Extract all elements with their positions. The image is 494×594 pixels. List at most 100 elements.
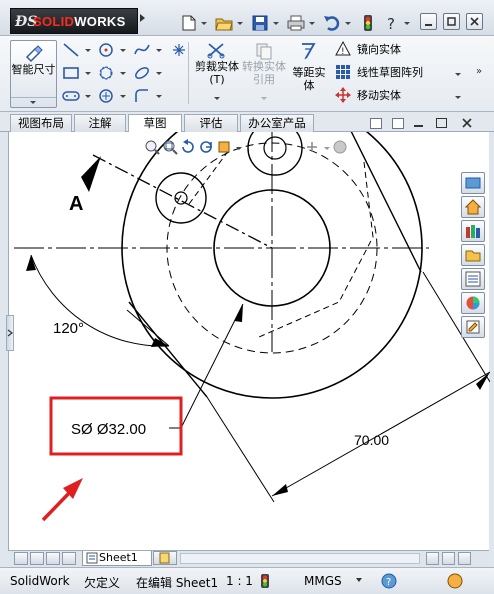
undo-icon[interactable]: [322, 13, 342, 33]
status-units[interactable]: MMGS: [304, 574, 342, 588]
tangent-line-right: [350, 132, 422, 273]
scroll-thumb[interactable]: [442, 552, 455, 565]
rectangle-dropdown-icon[interactable]: [85, 72, 91, 75]
polygon-tool-icon[interactable]: [95, 63, 117, 83]
centerpoint-arc-icon[interactable]: [95, 86, 117, 106]
split-view-icon[interactable]: [392, 118, 404, 129]
move-entities-button[interactable]: 移动实体: [334, 85, 401, 105]
offset-entities-button[interactable]: 等距实体: [288, 40, 330, 108]
ellipse-tool-icon[interactable]: [131, 63, 153, 83]
slot-dropdown-icon[interactable]: [85, 95, 91, 98]
horizontal-scrollbar[interactable]: [180, 553, 420, 564]
panel-toggle-icon[interactable]: [370, 118, 382, 129]
tab-evaluate[interactable]: 评估: [184, 114, 238, 132]
zoom-to-fit-icon[interactable]: [144, 139, 162, 157]
sheet-tab[interactable]: Sheet1: [82, 551, 152, 566]
print-dropdown-icon[interactable]: [309, 22, 315, 25]
more-commands-icon[interactable]: »: [476, 66, 482, 77]
print-icon[interactable]: [286, 13, 306, 33]
tab-office-products[interactable]: 办公室产品: [240, 114, 314, 132]
task-pane-tabs: [461, 172, 486, 340]
brand-name: SOLIDWORKS: [33, 14, 126, 29]
mirror-entities-icon: !: [334, 41, 352, 57]
add-sheet-button[interactable]: [153, 551, 177, 565]
point-tool-icon[interactable]: [168, 40, 190, 60]
rotate-view-icon[interactable]: [198, 139, 216, 157]
first-sheet-button[interactable]: [14, 552, 28, 565]
home-icon[interactable]: [461, 196, 485, 218]
file-explorer-icon[interactable]: [461, 244, 485, 266]
smart-dimension-dropdown[interactable]: [11, 97, 56, 107]
design-library-icon[interactable]: [461, 220, 485, 242]
rebuild-traffic-light-icon[interactable]: [360, 13, 376, 33]
minimize-button[interactable]: [420, 13, 437, 30]
move-entities-label: 移动实体: [357, 89, 401, 102]
previous-sheet-button[interactable]: [30, 552, 44, 565]
rebuild-status-icon[interactable]: [260, 573, 270, 592]
zoom-area-icon[interactable]: [162, 139, 180, 157]
custom-properties-icon[interactable]: [461, 316, 485, 338]
circle-dropdown-icon[interactable]: [120, 49, 126, 52]
smart-dimension-button[interactable]: 智能尺寸: [10, 40, 57, 108]
new-document-icon[interactable]: [180, 13, 198, 33]
open-folder-icon[interactable]: [214, 13, 234, 33]
rectangle-tool-icon[interactable]: [60, 63, 82, 83]
linear-pattern-button[interactable]: 线性草图阵列: [334, 62, 423, 82]
line-tool-icon[interactable]: [60, 40, 82, 60]
linear-pattern-dropdown-icon[interactable]: [455, 73, 461, 76]
tab-sketch[interactable]: 草图: [128, 114, 182, 133]
close-button[interactable]: [466, 13, 483, 30]
tab-view-layout[interactable]: 视图布局: [10, 114, 72, 132]
next-sheet-button[interactable]: [46, 552, 60, 565]
appearances-scenes-icon[interactable]: [461, 292, 485, 314]
mirror-entities-button[interactable]: ! 镜向实体: [334, 39, 401, 59]
display-dropdown-icon[interactable]: [322, 139, 332, 157]
arc-dropdown-icon[interactable]: [120, 95, 126, 98]
system-tray-icon[interactable]: [446, 572, 464, 593]
convert-entities-label: 转换实体引用: [242, 60, 286, 86]
line-dropdown-icon[interactable]: [85, 49, 91, 52]
doc-minimize-icon[interactable]: [414, 125, 423, 127]
pan-icon[interactable]: [216, 139, 234, 157]
move-entities-icon: [334, 87, 352, 103]
restore-button[interactable]: [443, 13, 460, 30]
polygon-dropdown-icon[interactable]: [120, 72, 126, 75]
appearance-icon[interactable]: [332, 139, 350, 157]
spline-tool-icon[interactable]: [131, 40, 153, 60]
doc-restore-icon[interactable]: [436, 118, 447, 128]
slot-tool-icon[interactable]: [60, 86, 82, 106]
view-palette-icon[interactable]: [461, 268, 485, 290]
display-style-icon[interactable]: [304, 139, 322, 157]
quick-tips-icon[interactable]: ?: [380, 572, 398, 593]
convert-entities-button[interactable]: 转换实体引用: [242, 40, 286, 108]
open-dropdown-icon[interactable]: [237, 22, 243, 25]
previous-view-icon[interactable]: [180, 139, 198, 157]
status-scale[interactable]: 1 : 1: [226, 574, 253, 588]
fillet-dropdown-icon[interactable]: [156, 95, 162, 98]
solidworks-resources-icon[interactable]: [461, 172, 485, 194]
units-dropdown-icon[interactable]: [355, 573, 363, 590]
trim-entities-button[interactable]: 剪裁实体 (T): [195, 40, 239, 108]
drawing-canvas[interactable]: A 120° SØ Ø32.00 70.00: [8, 132, 490, 550]
undo-dropdown-icon[interactable]: [345, 22, 351, 25]
sketch-fillet-icon[interactable]: [131, 86, 153, 106]
save-icon[interactable]: [250, 13, 270, 33]
solidworks-logo[interactable]: ƉS SOLIDWORKS: [10, 8, 138, 34]
status-app-name: SolidWork: [10, 574, 70, 588]
menu-expand-arrow-icon[interactable]: [140, 14, 145, 22]
new-dropdown-icon[interactable]: [201, 22, 207, 25]
last-sheet-button[interactable]: [62, 552, 76, 565]
help-icon[interactable]: ?: [384, 13, 402, 33]
save-dropdown-icon[interactable]: [273, 22, 279, 25]
scroll-right-button[interactable]: [458, 552, 471, 565]
help-dropdown-icon[interactable]: [404, 22, 410, 25]
feature-manager-collapse-handle[interactable]: [6, 315, 14, 351]
tab-annotation[interactable]: 注解: [74, 114, 126, 132]
ellipse-dropdown-icon[interactable]: [156, 72, 162, 75]
move-dropdown-icon[interactable]: [455, 96, 461, 99]
doc-close-icon[interactable]: [460, 116, 474, 130]
view-dropdown-icon[interactable]: [234, 139, 244, 157]
scroll-left-button[interactable]: [426, 552, 439, 565]
circle-tool-icon[interactable]: [95, 40, 117, 60]
spline-dropdown-icon[interactable]: [156, 49, 162, 52]
